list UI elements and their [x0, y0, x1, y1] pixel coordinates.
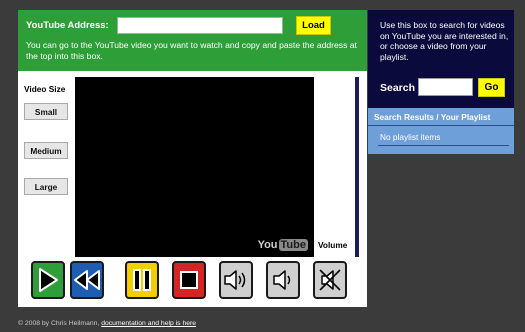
results-divider [368, 125, 514, 126]
speaker-quiet-icon [273, 270, 291, 290]
medium-size-button[interactable]: Medium [24, 142, 68, 159]
search-input[interactable] [418, 78, 473, 96]
youtube-logo: You Tube [258, 239, 308, 251]
footer-credit: © 2008 by Chris Heilmann, [18, 320, 100, 327]
go-button[interactable]: Go [478, 78, 505, 97]
youtube-address-label: YouTube Address: [26, 20, 109, 31]
speaker-mute-icon [319, 269, 341, 291]
play-icon [39, 268, 58, 292]
volume-down-button[interactable] [266, 261, 300, 299]
playlist-empty-item: No playlist items [380, 132, 441, 142]
load-button[interactable]: Load [296, 16, 331, 35]
rewind-button[interactable] [70, 261, 104, 299]
footer: © 2008 by Chris Heilmann, documentation … [18, 320, 196, 327]
pause-icon [133, 269, 151, 291]
stop-button[interactable] [172, 261, 206, 299]
volume-slider[interactable] [355, 77, 359, 257]
address-hint: You can go to the YouTube video you want… [26, 40, 357, 61]
volume-label: Volume [318, 240, 348, 250]
mute-button[interactable] [313, 261, 347, 299]
play-button[interactable] [31, 261, 65, 299]
results-title: Search Results / Your Playlist [374, 112, 491, 122]
documentation-link[interactable]: documentation and help is here [101, 320, 196, 327]
youtube-address-input[interactable] [117, 17, 283, 34]
playlist-divider [378, 145, 509, 146]
pause-button[interactable] [125, 261, 159, 299]
stop-icon [180, 271, 198, 289]
rewind-icon [74, 270, 100, 290]
small-size-button[interactable]: Small [24, 103, 68, 120]
video-size-label: Video Size [24, 84, 66, 94]
large-size-button[interactable]: Large [24, 178, 68, 195]
youtube-logo-you: You [257, 239, 278, 251]
speaker-loud-icon [224, 270, 246, 290]
video-player[interactable]: You Tube [75, 77, 314, 257]
search-label: Search [380, 82, 416, 94]
search-hint: Use this box to search for videos on You… [380, 20, 509, 63]
youtube-logo-tube: Tube [278, 239, 308, 251]
volume-up-button[interactable] [219, 261, 253, 299]
